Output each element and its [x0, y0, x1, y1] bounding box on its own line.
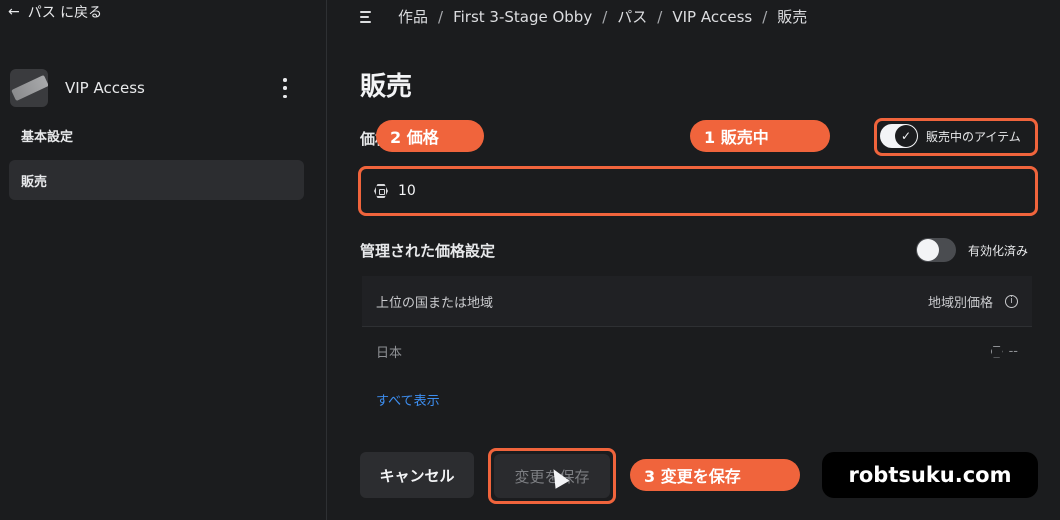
watermark: robtsuku.com [822, 452, 1038, 498]
table-header: 上位の国または地域 地域別価格 i [362, 276, 1032, 326]
info-icon[interactable]: i [1005, 294, 1018, 308]
breadcrumb-item[interactable]: VIP Access [672, 8, 752, 26]
pass-name: VIP Access [65, 79, 145, 97]
breadcrumb-item-current: 販売 [777, 8, 808, 26]
cancel-button[interactable]: キャンセル [360, 452, 474, 498]
breadcrumb-separator: / [762, 7, 768, 26]
robux-icon [990, 345, 1003, 358]
sidebar-item-basic-settings[interactable]: 基本設定 [9, 115, 304, 155]
more-options-icon[interactable] [280, 78, 290, 98]
back-link-label: パス に戻る [27, 5, 103, 21]
region-price: -- [1008, 344, 1018, 359]
switch-knob [917, 239, 939, 261]
annotation-highlight-toggle [874, 118, 1038, 156]
page-title: 販売 [360, 72, 413, 102]
breadcrumb-item[interactable]: 作品 [398, 6, 428, 27]
arrow-left-icon: ← [8, 4, 20, 20]
show-all-link[interactable]: すべて表示 [376, 390, 440, 409]
annotation-highlight-save [488, 448, 616, 504]
pass-thumbnail [10, 69, 48, 107]
annotation-highlight-price [358, 166, 1038, 216]
column-header-region: 上位の国または地域 [376, 295, 494, 311]
breadcrumb-item[interactable]: パス [617, 6, 647, 27]
column-header-price-cell: 地域別価格 i [928, 292, 1018, 311]
column-header-price: 地域別価格 [927, 295, 993, 311]
annotation-step-1: 1 販売中 [690, 120, 830, 152]
managed-pricing-status: 有効化済み [968, 243, 1029, 258]
pass-header: VIP Access [10, 68, 310, 108]
managed-pricing-toggle-row: 有効化済み [916, 238, 1028, 262]
collapse-sidebar-icon[interactable] [360, 10, 378, 24]
sidebar-item-label: 基本設定 [21, 129, 74, 145]
app-window: ← パス に戻る VIP Access 基本設定 販売 作品 / First 3… [0, 0, 1060, 520]
table-row: 日本 -- [362, 326, 1032, 376]
breadcrumb-separator: / [602, 7, 608, 26]
managed-pricing-switch[interactable] [916, 238, 956, 262]
breadcrumb: 作品 / First 3-Stage Obby / パス / VIP Acces… [360, 6, 807, 27]
sidebar-item-sales[interactable]: 販売 [9, 160, 304, 200]
annotation-step-3: 3 変更を保存 [630, 459, 800, 491]
annotation-step-2: 2 価格 [376, 120, 484, 152]
region-name: 日本 [376, 346, 403, 361]
breadcrumb-item[interactable]: First 3-Stage Obby [453, 8, 592, 26]
sidebar: ← パス に戻る VIP Access 基本設定 販売 [0, 0, 327, 520]
main-content: 作品 / First 3-Stage Obby / パス / VIP Acces… [328, 0, 1060, 520]
breadcrumb-separator: / [657, 7, 663, 26]
sidebar-item-label: 販売 [21, 174, 48, 190]
back-to-passes-link[interactable]: ← パス に戻る [8, 2, 102, 22]
region-price-cell: -- [990, 344, 1018, 359]
managed-pricing-title: 管理された価格設定 [360, 242, 496, 260]
region-price-table: 上位の国または地域 地域別価格 i 日本 -- [362, 276, 1032, 376]
breadcrumb-separator: / [438, 7, 444, 26]
